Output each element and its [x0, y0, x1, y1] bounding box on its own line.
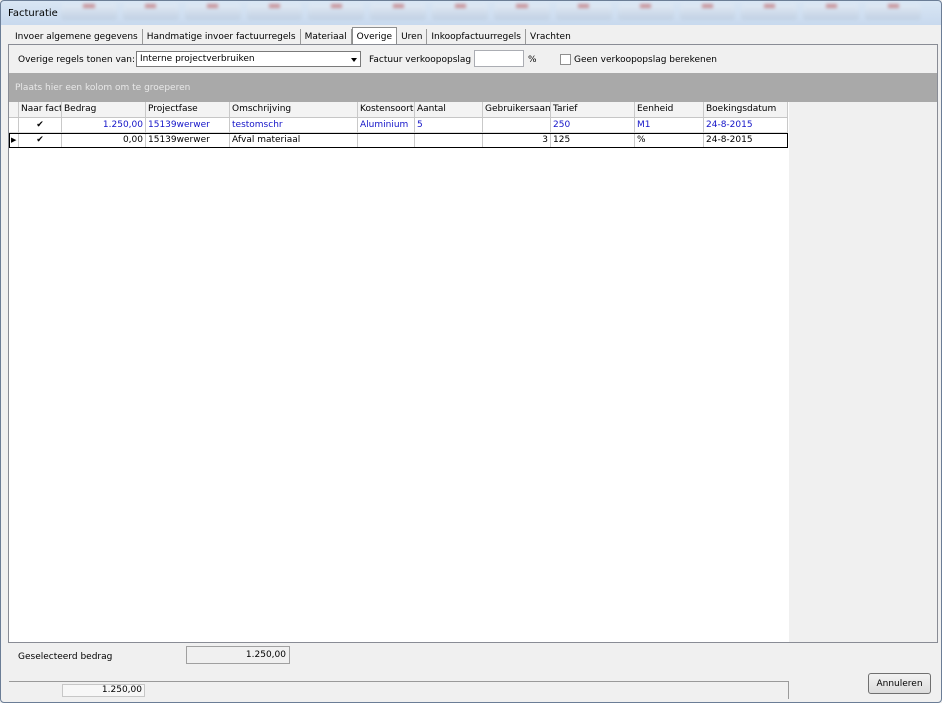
projectfase-cell[interactable]: 15139werwer — [146, 118, 230, 133]
tarief-cell[interactable]: 125 — [551, 133, 635, 148]
gebruikersaantal-cell[interactable]: 3 — [483, 133, 551, 148]
row-indicator-header — [9, 102, 19, 117]
window-title: Facturatie — [8, 8, 58, 19]
kostensoort-cell[interactable] — [358, 133, 415, 148]
filter-bar: Overige regels tonen van: Interne projec… — [9, 45, 937, 73]
tab-handmatige-invoer[interactable]: Handmatige invoer factuurregels — [142, 29, 301, 44]
bedrag-cell[interactable]: 1.250,00 — [62, 118, 146, 133]
column-header-gebruikersaantal[interactable]: Gebruikersaantal — [483, 102, 551, 117]
column-header-aantal[interactable]: Aantal — [415, 102, 483, 117]
grid-empty-area — [789, 102, 937, 642]
group-by-area[interactable]: Plaats hier een kolom om te groeperen — [9, 73, 937, 102]
aantal-cell[interactable] — [415, 133, 483, 148]
percent-sign: % — [528, 55, 537, 65]
projectfase-cell[interactable]: 15139werwer — [146, 133, 230, 148]
tab-inkoopfactuurregels[interactable]: Inkoopfactuurregels — [427, 29, 526, 44]
selected-amount-label: Geselecteerd bedrag — [18, 652, 113, 662]
column-header-kostensoort[interactable]: Kostensoort — [358, 102, 415, 117]
markup-input[interactable] — [474, 50, 524, 67]
eenheid-cell[interactable]: M1 — [635, 118, 704, 133]
gebruikersaantal-cell[interactable] — [483, 118, 551, 133]
aantal-cell[interactable]: 5 — [415, 118, 483, 133]
row-indicator — [9, 118, 19, 133]
current-row-arrow-icon: ▶ — [9, 133, 19, 148]
boekingsdatum-cell[interactable]: 24-8-2015 — [704, 118, 788, 133]
column-header-tarief[interactable]: Tarief — [551, 102, 635, 117]
tab-materiaal[interactable]: Materiaal — [300, 29, 352, 44]
tarief-cell[interactable]: 250 — [551, 118, 635, 133]
tab-vrachten[interactable]: Vrachten — [525, 29, 575, 44]
show-rows-label: Overige regels tonen van: — [18, 55, 136, 65]
chevron-down-icon — [351, 58, 357, 62]
kostensoort-cell[interactable]: Aluminium — [358, 118, 415, 133]
group-by-hint: Plaats hier een kolom om te groeperen — [15, 83, 191, 93]
column-header-omschrijving[interactable]: Omschrijving — [230, 102, 358, 117]
column-header-naar-fact[interactable]: Naar fact — [19, 102, 62, 117]
grid-footer: 1.250,00 — [9, 681, 789, 699]
eenheid-cell[interactable]: % — [635, 133, 704, 148]
show-rows-dropdown[interactable]: Interne projectverbruiken — [136, 51, 361, 67]
tab-invoer-algemene-gegevens[interactable]: Invoer algemene gegevens — [11, 29, 143, 44]
column-header-boekingsdatum[interactable]: Boekingsdatum — [704, 102, 788, 117]
selected-amount-value: 1.250,00 — [186, 646, 290, 664]
grid-header: Naar fact Bedrag Projectfase Omschrijvin… — [9, 102, 788, 118]
column-header-projectfase[interactable]: Projectfase — [146, 102, 230, 117]
omschrijving-cell[interactable]: testomschr — [230, 118, 358, 133]
blurred-toolbar — [61, 4, 922, 22]
cancel-button[interactable]: Annuleren — [868, 673, 931, 694]
title-bar: Facturatie — [1, 1, 941, 25]
overige-panel: Overige regels tonen van: Interne projec… — [8, 44, 938, 699]
tab-strip: Invoer algemene gegevens Handmatige invo… — [11, 27, 575, 44]
show-rows-value: Interne projectverbruiken — [140, 54, 255, 64]
tab-overige[interactable]: Overige — [351, 27, 398, 44]
no-markup-checkbox[interactable] — [560, 54, 571, 65]
bedrag-sum: 1.250,00 — [62, 684, 145, 697]
bedrag-cell[interactable]: 0,00 — [62, 133, 146, 148]
boekingsdatum-cell[interactable]: 24-8-2015 — [704, 133, 788, 148]
column-header-bedrag[interactable]: Bedrag — [62, 102, 146, 117]
data-grid: Naar fact Bedrag Projectfase Omschrijvin… — [9, 102, 789, 699]
naar-fact-checkbox[interactable]: ✔ — [19, 133, 62, 148]
tab-uren[interactable]: Uren — [397, 29, 428, 44]
facturatie-window: Facturatie Invoer algemene gegevens Hand… — [0, 0, 942, 703]
naar-fact-checkbox[interactable]: ✔ — [19, 118, 62, 133]
table-row[interactable]: ▶ ✔ 0,00 15139werwer Afval materiaal 3 1… — [9, 133, 788, 148]
no-markup-label: Geen verkoopopslag berekenen — [574, 55, 717, 65]
omschrijving-cell[interactable]: Afval materiaal — [230, 133, 358, 148]
table-row[interactable]: ✔ 1.250,00 15139werwer testomschr Alumin… — [9, 118, 788, 133]
column-header-eenheid[interactable]: Eenheid — [635, 102, 704, 117]
markup-label: Factuur verkoopopslag — [369, 55, 472, 65]
